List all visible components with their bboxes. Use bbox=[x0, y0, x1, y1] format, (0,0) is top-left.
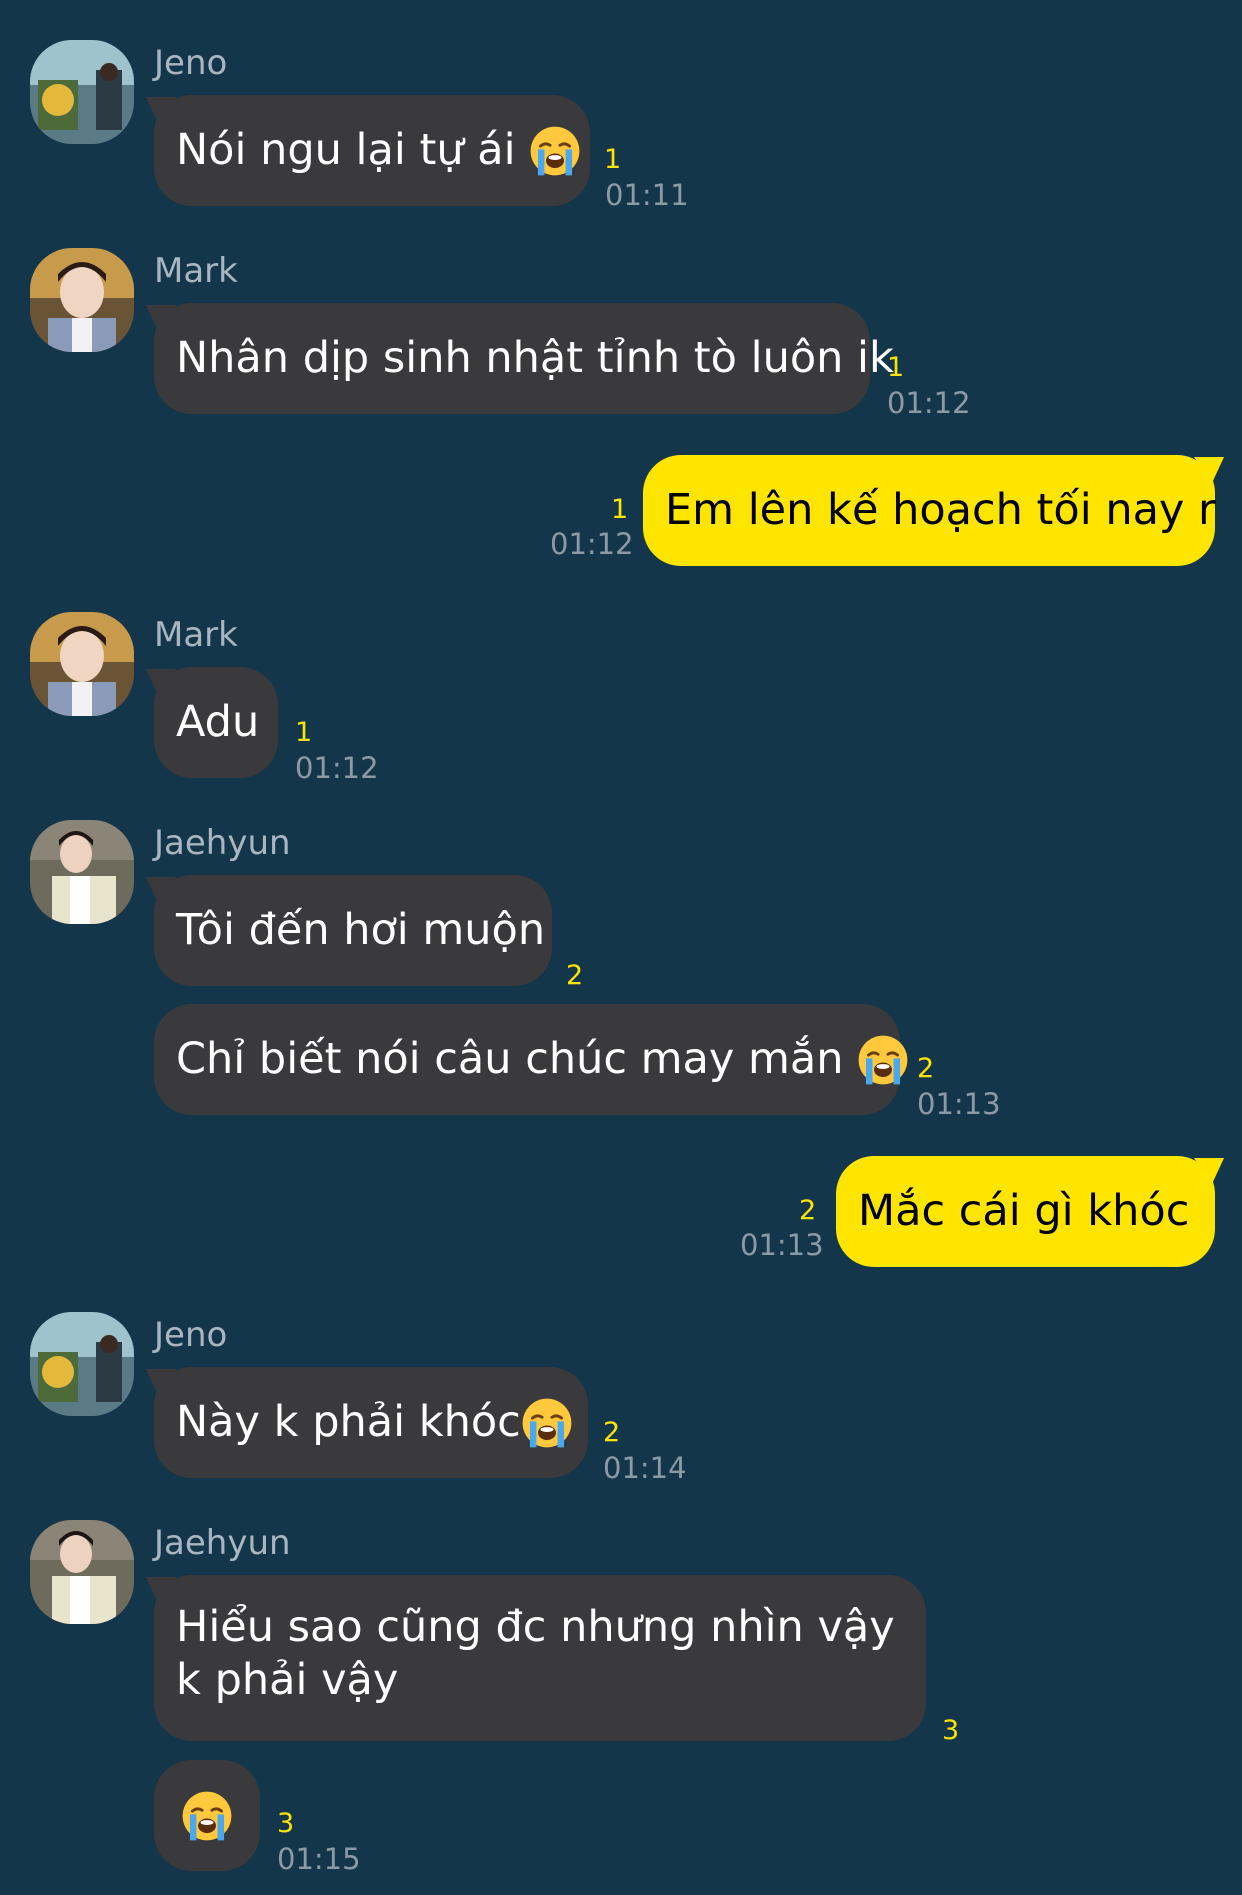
timestamp: 01:15 bbox=[277, 1842, 361, 1876]
chat-view: Jeno Nói ngu lại tự ái 1 01:11 Mark Nhân… bbox=[0, 0, 1242, 1895]
sender-name: Jaehyun bbox=[154, 1523, 291, 1563]
message-text: Này k phải khóc bbox=[176, 1397, 521, 1447]
unread-count: 1 bbox=[611, 494, 629, 525]
bubble-tail bbox=[1194, 457, 1224, 483]
sender-name: Mark bbox=[154, 615, 238, 655]
message-text: Chỉ biết nói câu chúc may mắn bbox=[176, 1034, 844, 1084]
sender-name: Jeno bbox=[154, 1315, 228, 1355]
message-text: Hiểu sao cũng đc nhưng nhìn vậy k phải v… bbox=[176, 1602, 895, 1705]
unread-count: 3 bbox=[942, 1715, 960, 1746]
message-text: Adu bbox=[176, 697, 260, 747]
message-text: Nói ngu lại tự ái bbox=[176, 125, 516, 175]
loudly-crying-face-icon bbox=[181, 1790, 233, 1842]
avatar-mark[interactable] bbox=[30, 612, 134, 716]
timestamp: 01:12 bbox=[887, 386, 971, 420]
timestamp: 01:11 bbox=[605, 178, 689, 212]
message-bubble[interactable] bbox=[154, 1760, 260, 1871]
message-bubble[interactable]: Nói ngu lại tự ái bbox=[154, 95, 590, 206]
timestamp: 01:12 bbox=[550, 527, 634, 561]
message-bubble[interactable]: Nhân dịp sinh nhật tỉnh tò luôn ik bbox=[154, 303, 894, 414]
sender-name: Jeno bbox=[154, 43, 228, 83]
bubble-tail bbox=[1194, 1158, 1224, 1184]
message-bubble[interactable]: Này k phải khóc bbox=[154, 1367, 588, 1478]
unread-count: 2 bbox=[603, 1417, 621, 1448]
unread-count: 1 bbox=[295, 717, 313, 748]
message-bubble[interactable]: Tôi đến hơi muộn bbox=[154, 875, 552, 986]
loudly-crying-face-icon bbox=[529, 125, 581, 177]
avatar-jeno[interactable] bbox=[30, 1312, 134, 1416]
sender-name: Mark bbox=[154, 251, 238, 291]
message-bubble[interactable]: Mắc cái gì khóc bbox=[836, 1156, 1215, 1267]
message-bubble[interactable]: Hiểu sao cũng đc nhưng nhìn vậy k phải v… bbox=[154, 1575, 926, 1741]
avatar-jaehyun[interactable] bbox=[30, 820, 134, 924]
message-bubble[interactable]: Chỉ biết nói câu chúc may mắn bbox=[154, 1004, 900, 1115]
message-bubble[interactable]: Em lên kế hoạch tối nay r bbox=[643, 455, 1216, 566]
unread-count: 2 bbox=[799, 1195, 817, 1226]
unread-count: 1 bbox=[604, 144, 622, 175]
unread-count: 2 bbox=[917, 1053, 935, 1084]
message-text: Nhân dịp sinh nhật tỉnh tò luôn ik bbox=[176, 333, 894, 383]
message-text: Mắc cái gì khóc bbox=[858, 1186, 1190, 1236]
avatar-jaehyun[interactable] bbox=[30, 1520, 134, 1624]
avatar-jeno[interactable] bbox=[30, 40, 134, 144]
timestamp: 01:12 bbox=[295, 751, 379, 785]
unread-count: 2 bbox=[566, 960, 584, 991]
loudly-crying-face-icon bbox=[857, 1034, 909, 1086]
message-text: Em lên kế hoạch tối nay r bbox=[665, 485, 1216, 535]
avatar-mark[interactable] bbox=[30, 248, 134, 352]
unread-count: 3 bbox=[277, 1808, 295, 1839]
timestamp: 01:14 bbox=[603, 1451, 687, 1485]
message-text: Tôi đến hơi muộn bbox=[176, 905, 546, 955]
message-bubble[interactable]: Adu bbox=[154, 667, 278, 778]
unread-count: 1 bbox=[887, 352, 905, 383]
sender-name: Jaehyun bbox=[154, 823, 291, 863]
loudly-crying-face-icon bbox=[521, 1397, 573, 1449]
timestamp: 01:13 bbox=[740, 1228, 824, 1262]
timestamp: 01:13 bbox=[917, 1087, 1001, 1121]
